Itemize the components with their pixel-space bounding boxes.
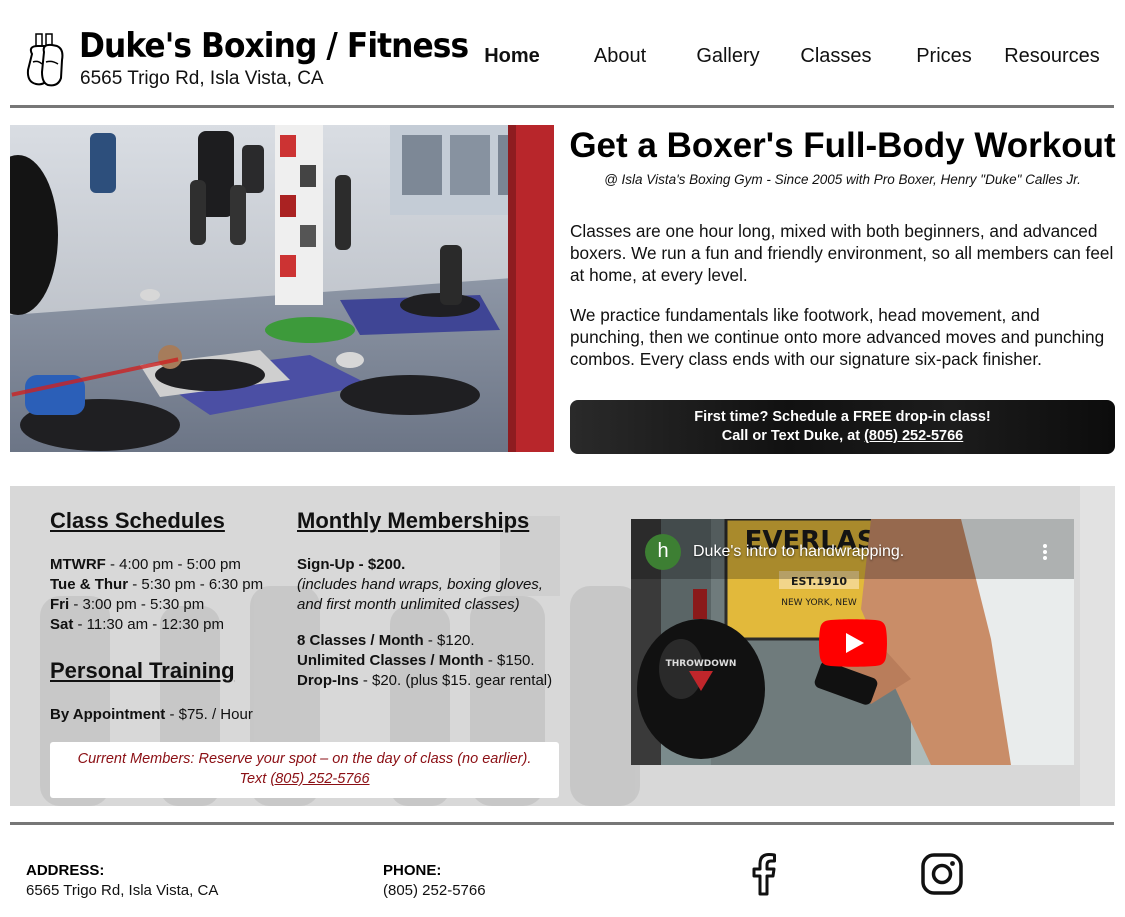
nav-classes[interactable]: Classes	[782, 45, 890, 68]
schedule-time: - 3:00 pm - 5:30 pm	[69, 596, 205, 613]
schedule-days: Tue & Thur	[50, 576, 129, 593]
training-label: By Appointment	[50, 706, 166, 723]
class-schedules-heading[interactable]: Class Schedules	[50, 508, 225, 534]
plan-label: 8 Classes / Month	[297, 632, 424, 649]
personal-training-heading[interactable]: Personal Training	[50, 658, 235, 684]
members-notice-phone-line: Text (805) 252-5766	[50, 769, 559, 789]
youtube-video-embed[interactable]: EVERLAST EST.1910 NEW YORK, NEW THROWDOW…	[631, 519, 1074, 765]
footer-phone[interactable]: (805) 252-5766	[383, 882, 486, 899]
schedule-row: Sat - 11:30 am - 12:30 pm	[50, 616, 224, 633]
hero-paragraph-2: We practice fundamentals like footwork, …	[570, 305, 1105, 369]
signup-note-1: (includes hand wraps, boxing gloves,	[297, 576, 543, 593]
footer-phone-label: PHONE:	[383, 862, 442, 879]
signup-label: Sign-Up - $200.	[297, 556, 406, 573]
nav-about[interactable]: About	[566, 45, 674, 68]
bag-brand-text: THROWDOWN	[666, 659, 737, 669]
plan-price: - $150.	[483, 652, 535, 669]
more-options-icon[interactable]	[1042, 543, 1048, 561]
hero-paragraph-1: Classes are one hour long, mixed with bo…	[570, 221, 1114, 285]
members-reservation-notice: Current Members: Reserve your spot – on …	[50, 742, 559, 798]
poster-city-text: NEW YORK, NEW	[781, 598, 857, 608]
plan-price: - $20. (plus $15. gear rental)	[358, 672, 553, 689]
schedule-row: MTWRF - 4:00 pm - 5:00 pm	[50, 556, 241, 573]
cta-prefix: Call or Text Duke, at	[721, 428, 865, 444]
boxing-gloves-icon[interactable]	[24, 32, 66, 88]
plan-label: Unlimited Classes / Month	[297, 652, 484, 669]
hero-title: Get a Boxer's Full-Body Workout	[569, 126, 1116, 165]
footer-address: 6565 Trigo Rd, Isla Vista, CA	[26, 882, 219, 899]
schedule-time: - 11:30 am - 12:30 pm	[73, 616, 224, 633]
instagram-icon[interactable]	[920, 852, 964, 896]
footer-address-label: ADDRESS:	[26, 862, 105, 879]
membership-plan: Drop-Ins - $20. (plus $15. gear rental)	[297, 672, 552, 689]
site-header: Duke's Boxing / Fitness 6565 Trigo Rd, I…	[0, 0, 1125, 108]
free-class-banner: First time? Schedule a FREE drop-in clas…	[570, 400, 1115, 454]
membership-plan: Unlimited Classes / Month - $150.	[297, 652, 535, 669]
nav-prices[interactable]: Prices	[890, 45, 998, 68]
monthly-memberships-heading[interactable]: Monthly Memberships	[297, 508, 529, 534]
members-phone-link[interactable]: (805) 252-5766	[270, 771, 369, 787]
plan-label: Drop-Ins	[297, 672, 359, 689]
schedule-row: Fri - 3:00 pm - 5:30 pm	[50, 596, 204, 613]
cta-line-2: Call or Text Duke, at (805) 252-5766	[570, 427, 1115, 446]
signup-note-2: and first month unlimited classes)	[297, 596, 520, 613]
facebook-icon[interactable]	[742, 852, 786, 896]
footer-divider	[10, 822, 1114, 825]
header-divider	[10, 105, 1114, 108]
members-notice-text: Current Members: Reserve your spot – on …	[77, 751, 532, 767]
video-title[interactable]: Duke's intro to handwrapping.	[693, 543, 904, 561]
nav-resources[interactable]: Resources	[998, 45, 1106, 68]
channel-avatar[interactable]: h	[645, 534, 681, 570]
hero-gym-photo	[10, 125, 554, 452]
hero-subtitle: @ Isla Vista's Boxing Gym - Since 2005 w…	[604, 172, 1081, 187]
training-price: - $75. / Hour	[165, 706, 253, 723]
youtube-play-icon[interactable]	[819, 619, 887, 667]
nav-gallery[interactable]: Gallery	[674, 45, 782, 68]
membership-plan: 8 Classes / Month - $120.	[297, 632, 475, 649]
signup-price: Sign-Up - $200.	[297, 556, 405, 573]
schedule-time: - 5:30 pm - 6:30 pm	[128, 576, 264, 593]
main-nav: Home About Gallery Classes Prices Resour…	[458, 45, 1118, 73]
cta-line-1: First time? Schedule a FREE drop-in clas…	[694, 409, 991, 425]
brand-address: 6565 Trigo Rd, Isla Vista, CA	[80, 68, 324, 89]
nav-home[interactable]: Home	[458, 45, 566, 68]
personal-training-price: By Appointment - $75. / Hour	[50, 706, 253, 723]
plan-price: - $120.	[423, 632, 475, 649]
schedule-days: Sat	[50, 616, 74, 633]
cta-phone-link[interactable]: (805) 252-5766	[864, 428, 963, 444]
schedule-row: Tue & Thur - 5:30 pm - 6:30 pm	[50, 576, 263, 593]
signup-note: (includes hand wraps, boxing gloves,	[297, 576, 543, 593]
brand-title[interactable]: Duke's Boxing / Fitness	[79, 26, 469, 66]
members-text-prefix: Text	[239, 771, 271, 787]
schedule-days: Fri	[50, 596, 70, 613]
info-band: Class Schedules MTWRF - 4:00 pm - 5:00 p…	[10, 486, 1115, 806]
schedule-days: MTWRF	[50, 556, 106, 573]
signup-note: and first month unlimited classes)	[297, 596, 520, 613]
schedule-time: - 4:00 pm - 5:00 pm	[105, 556, 241, 573]
